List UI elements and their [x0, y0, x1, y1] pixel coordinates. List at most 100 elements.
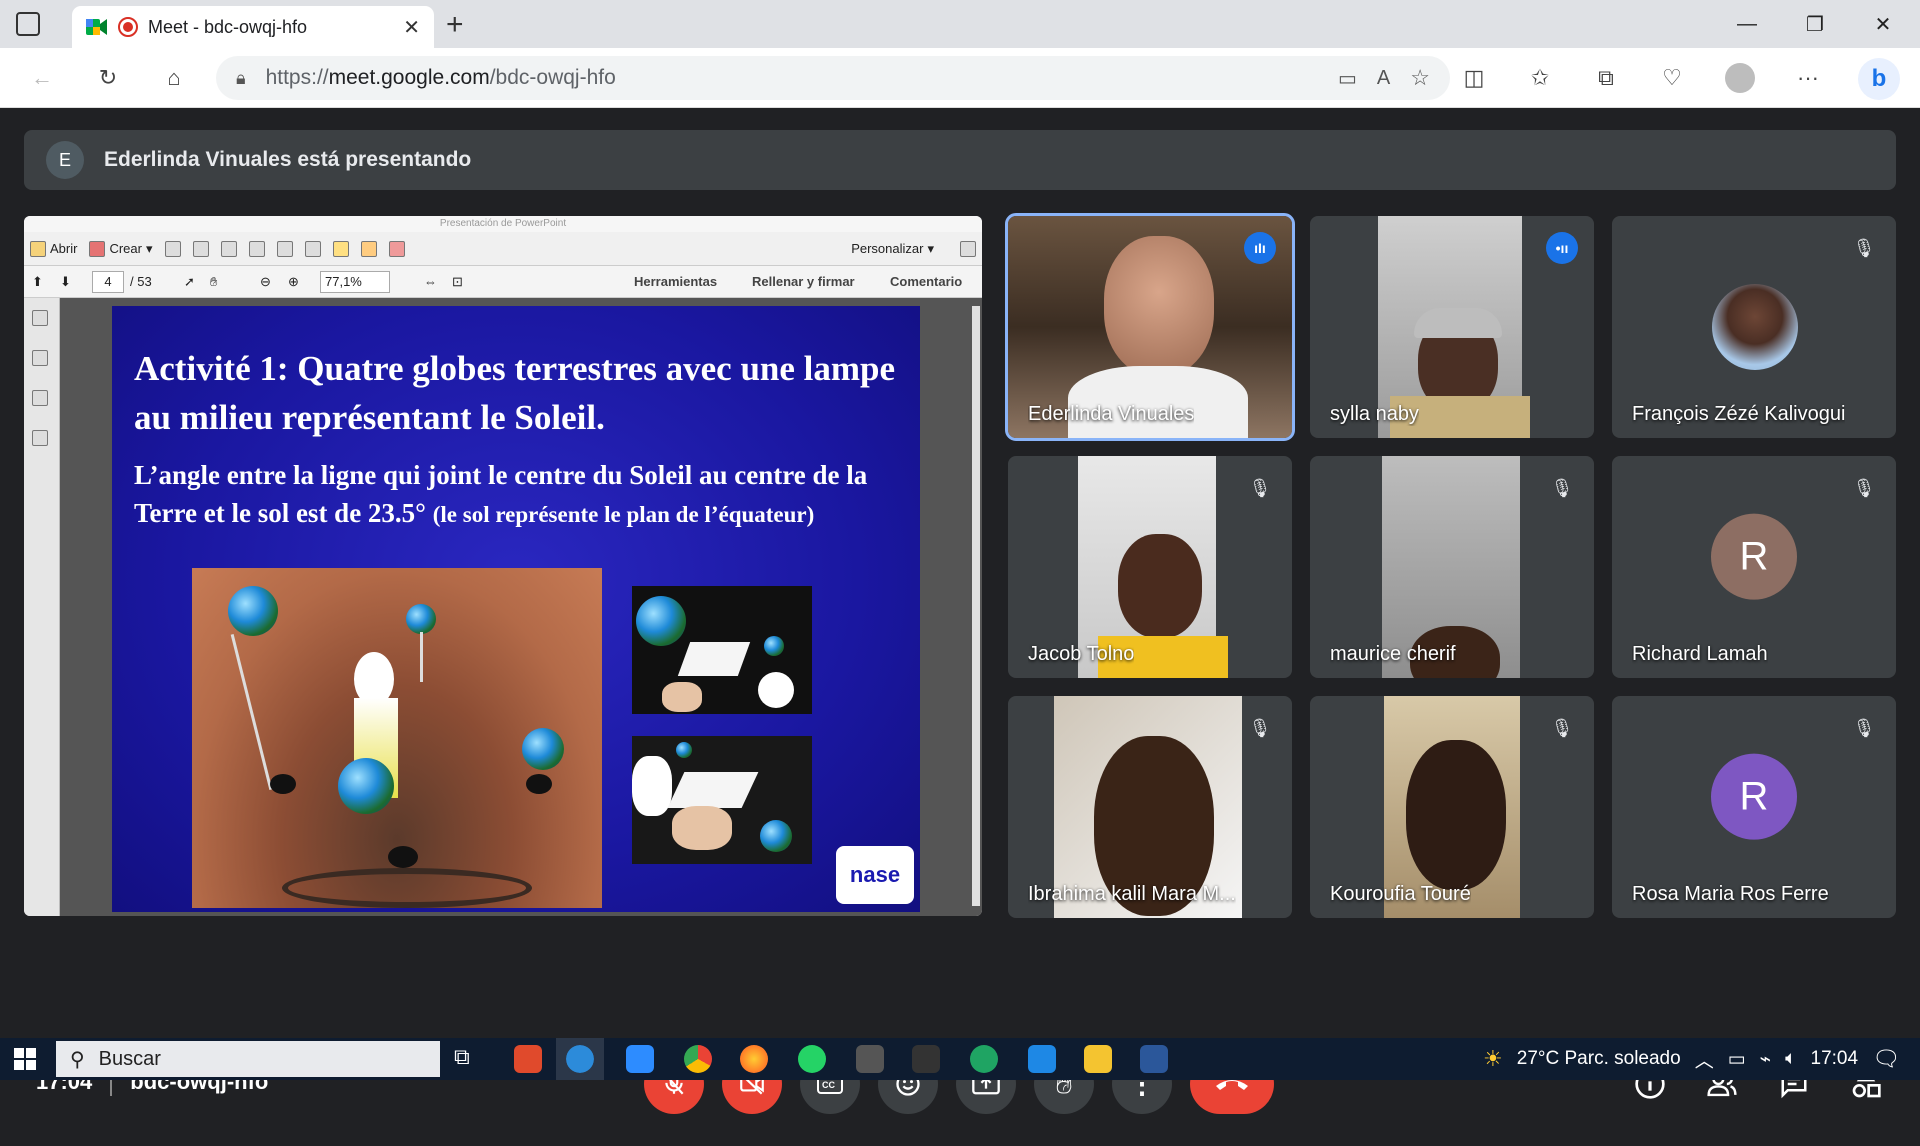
browser-tab[interactable]: Meet - bdc-owqj-hfo ✕ — [72, 6, 434, 48]
taskbar-clock[interactable]: 17:04 — [1811, 1048, 1859, 1070]
bing-copilot-icon[interactable]: b — [1858, 58, 1900, 100]
expand-icon[interactable] — [960, 240, 976, 257]
address-bar[interactable]: 🔒︎ https://meet.google.com/bdc-owqj-hfo … — [216, 56, 1450, 100]
edit-icon[interactable] — [248, 240, 265, 257]
signatures-icon[interactable] — [32, 430, 48, 446]
pdf-toolbar-top: Abrir Crear ▾ Personalizar ▾ — [24, 232, 982, 266]
pdf-scrollbar[interactable] — [972, 306, 980, 906]
page-down-icon[interactable]: ⬇︎ — [60, 274, 71, 290]
profile-avatar[interactable] — [1720, 58, 1760, 98]
system-tray: ☀︎ 27°C Parc. soleado ︿ ▭ ⌁ 🔈︎ 17:04 🗨︎ — [1483, 1038, 1920, 1080]
refresh-icon[interactable]: ↻ — [88, 58, 128, 98]
print-icon[interactable] — [220, 240, 237, 257]
settings-icon[interactable] — [304, 240, 321, 257]
app-icon-firefox[interactable] — [740, 1045, 768, 1073]
hand-tool-icon[interactable]: ✋︎ — [210, 274, 217, 290]
app-icon-teamviewer[interactable] — [626, 1045, 654, 1073]
highlight-icon[interactable] — [360, 240, 377, 257]
app-icon-chrome[interactable] — [684, 1045, 712, 1073]
muted-mic-icon: 🎙︎ — [1852, 717, 1876, 738]
network-icon[interactable]: ⌁ — [1760, 1048, 1771, 1071]
favorites-icon[interactable]: ✩ — [1520, 58, 1560, 98]
read-aloud-icon[interactable]: A — [1377, 67, 1390, 90]
restore-icon[interactable]: ❐ — [1792, 0, 1838, 48]
battery-icon[interactable]: ▭ — [1728, 1048, 1746, 1071]
pages-panel-icon[interactable] — [32, 310, 48, 326]
participant-name: Rosa Maria Ros Ferre — [1632, 883, 1829, 905]
task-view-icon[interactable]: ⧉ — [454, 1044, 470, 1070]
participant-tile[interactable]: 🎙︎ Jacob Tolno — [1008, 456, 1292, 678]
pdf-comment-tab[interactable]: Comentario — [890, 274, 962, 289]
weather-icon[interactable]: ☀︎ — [1483, 1046, 1503, 1072]
close-tab-icon[interactable]: ✕ — [403, 15, 420, 40]
pdf-tools-tab[interactable]: Herramientas — [634, 274, 717, 289]
browser-essentials-icon[interactable]: ♡ — [1652, 58, 1692, 98]
app-icon-whatsapp[interactable] — [798, 1045, 826, 1073]
favorite-star-icon[interactable]: ☆ — [1410, 65, 1430, 91]
weather-text[interactable]: 27°C Parc. soleado — [1517, 1048, 1681, 1070]
back-icon[interactable]: ← — [22, 58, 62, 98]
bookmarks-icon[interactable] — [32, 350, 48, 366]
tray-overflow-icon[interactable]: ︿ — [1695, 1046, 1714, 1073]
presentation-stream[interactable]: Presentación de PowerPoint Abrir Crear ▾… — [24, 216, 982, 916]
app-icon-anydesk[interactable] — [514, 1045, 542, 1073]
globe-closeup-photo-1 — [632, 586, 812, 714]
slide: Activité 1: Quatre globes terrestres ave… — [112, 306, 920, 912]
app-icon-word[interactable] — [1140, 1045, 1168, 1073]
recording-icon — [118, 17, 138, 37]
participant-name: Jacob Tolno — [1028, 643, 1135, 665]
participant-tile[interactable]: R 🎙︎ Rosa Maria Ros Ferre — [1612, 696, 1896, 918]
taskbar-search-box[interactable]: ⚲ Buscar — [56, 1041, 440, 1077]
fit-page-icon[interactable]: ⊡ — [452, 274, 463, 290]
page-number-input[interactable]: 4 — [92, 271, 124, 293]
browser-toolbar: ← ↻ ⌂ 🔒︎ https://meet.google.com/bdc-owq… — [0, 48, 1920, 108]
app-icon-xbox[interactable] — [970, 1045, 998, 1073]
participant-tile[interactable]: •ıı sylla naby — [1310, 216, 1594, 438]
participant-name: Richard Lamah — [1632, 643, 1768, 665]
browser-tabstrip: Meet - bdc-owqj-hfo ✕ + — ❐ ✕ — [0, 0, 1920, 48]
windows-start-icon[interactable] — [14, 1048, 36, 1070]
home-icon[interactable]: ⌂ — [154, 58, 194, 98]
participant-tile[interactable]: 🎙︎ François Zézé Kalivogui — [1612, 216, 1896, 438]
volume-icon[interactable]: 🔈︎ — [1785, 1048, 1796, 1070]
close-window-icon[interactable]: ✕ — [1860, 0, 1906, 48]
upload-icon[interactable] — [192, 240, 209, 257]
new-tab-icon[interactable]: + — [446, 8, 464, 42]
nase-logo: nase — [836, 846, 914, 904]
pdf-fill-sign-tab[interactable]: Rellenar y firmar — [752, 274, 855, 289]
participant-tile[interactable]: ıIı Ederlinda Vinuales — [1005, 213, 1295, 441]
app-icon-game[interactable] — [912, 1045, 940, 1073]
comment-icon[interactable] — [332, 240, 349, 257]
more-options-icon[interactable]: ··· — [1788, 58, 1828, 98]
email-icon[interactable] — [276, 240, 293, 257]
attachments-icon[interactable] — [32, 390, 48, 406]
app-icon-tool[interactable] — [856, 1045, 884, 1073]
participant-name: sylla naby — [1330, 403, 1419, 425]
participant-tile[interactable]: 🎙︎ maurice cherif — [1310, 456, 1594, 678]
lock-icon: 🔒︎ — [236, 67, 246, 88]
fit-width-icon[interactable]: ⇔ — [424, 274, 437, 289]
pdf-customize-button[interactable]: Personalizar ▾ — [851, 241, 934, 257]
app-icon-store[interactable] — [1028, 1045, 1056, 1073]
minimize-icon[interactable]: — — [1724, 0, 1770, 48]
participant-tile[interactable]: 🎙︎ Ibrahima kalil Mara M... — [1008, 696, 1292, 918]
camera-in-use-icon[interactable]: ▭ — [1338, 66, 1357, 91]
stamp-icon[interactable] — [388, 240, 405, 257]
slide-body: L’angle entre la ligne qui joint le cent… — [134, 460, 868, 528]
zoom-level-input[interactable]: 77,1% — [320, 271, 390, 293]
app-icon-file-explorer[interactable] — [1084, 1045, 1112, 1073]
collections-icon[interactable]: ⧉ — [1586, 58, 1626, 98]
participant-tile[interactable]: 🎙︎ Kouroufia Touré — [1310, 696, 1594, 918]
pdf-open-button[interactable]: Abrir — [30, 240, 77, 257]
select-tool-icon[interactable]: ➚ — [184, 274, 195, 290]
split-screen-icon[interactable]: ◫ — [1454, 58, 1494, 98]
participant-avatar: R — [1711, 513, 1797, 600]
save-icon[interactable] — [164, 240, 181, 257]
zoom-in-icon[interactable]: ⊕ — [288, 274, 299, 290]
zoom-out-icon[interactable]: ⊖ — [260, 274, 271, 290]
tab-actions-icon[interactable] — [16, 12, 40, 36]
participant-tile[interactable]: R 🎙︎ Richard Lamah — [1612, 456, 1896, 678]
page-up-icon[interactable]: ⬆︎ — [32, 274, 43, 290]
pdf-create-button[interactable]: Crear ▾ — [89, 240, 153, 257]
notifications-icon[interactable]: 🗨︎ — [1872, 1046, 1900, 1072]
